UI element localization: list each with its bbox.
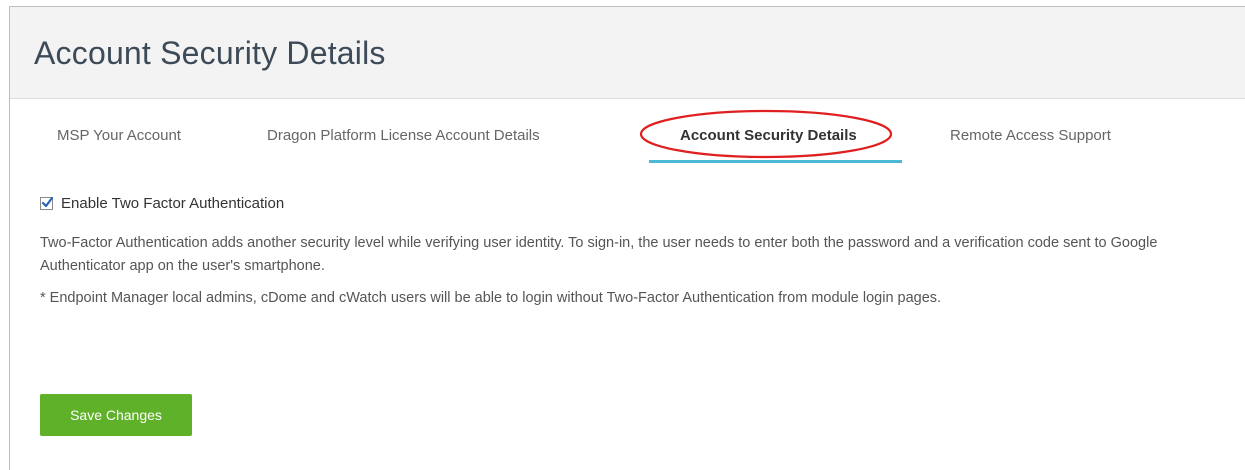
tab-account-security-details[interactable]: Account Security Details — [680, 127, 857, 144]
active-tab-indicator — [649, 160, 902, 163]
checkmark-icon — [41, 196, 54, 208]
save-changes-button[interactable]: Save Changes — [40, 394, 192, 436]
tab-bar: MSP Your Account Dragon Platform License… — [10, 99, 1245, 165]
tab-msp-your-account[interactable]: MSP Your Account — [57, 127, 181, 144]
two-factor-label[interactable]: Enable Two Factor Authentication — [61, 195, 284, 212]
tab-dragon-platform-license[interactable]: Dragon Platform License Account Details — [267, 127, 540, 144]
two-factor-note: * Endpoint Manager local admins, cDome a… — [40, 290, 942, 306]
two-factor-checkbox[interactable] — [40, 196, 54, 210]
account-security-panel: Account Security Details MSP Your Accoun… — [9, 6, 1245, 470]
tab-remote-access-support[interactable]: Remote Access Support — [950, 127, 1111, 144]
two-factor-description: Two-Factor Authentication adds another s… — [40, 235, 1158, 274]
page-header: Account Security Details — [10, 7, 1245, 99]
two-factor-row: Enable Two Factor Authentication — [40, 195, 1230, 212]
security-settings: Enable Two Factor Authentication Two-Fac… — [40, 195, 1230, 306]
page-title: Account Security Details — [34, 35, 386, 71]
